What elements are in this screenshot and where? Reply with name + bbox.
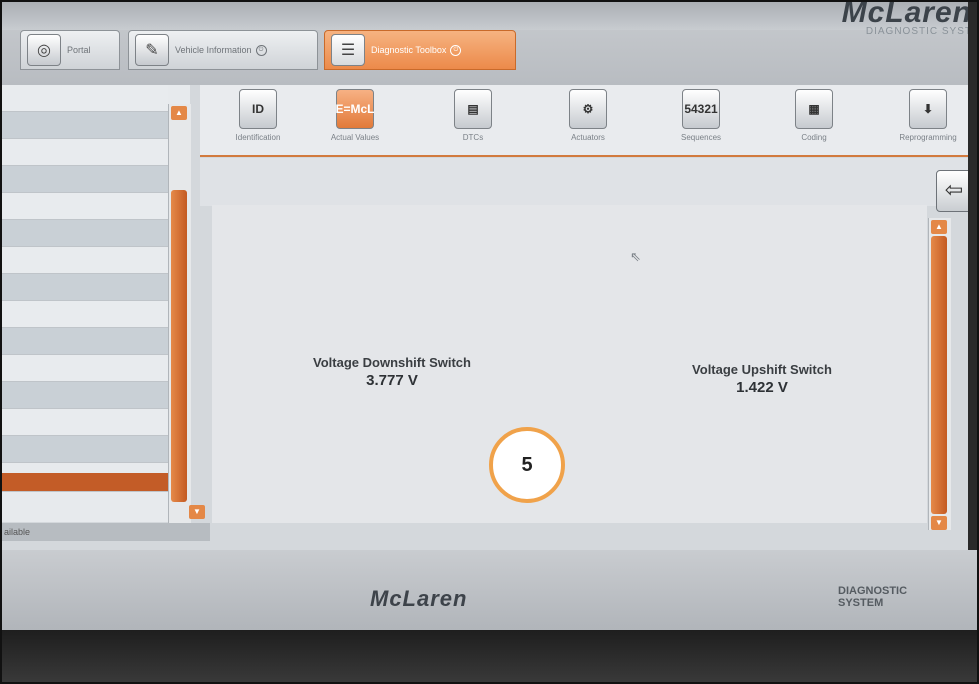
image-frame xyxy=(0,0,979,684)
